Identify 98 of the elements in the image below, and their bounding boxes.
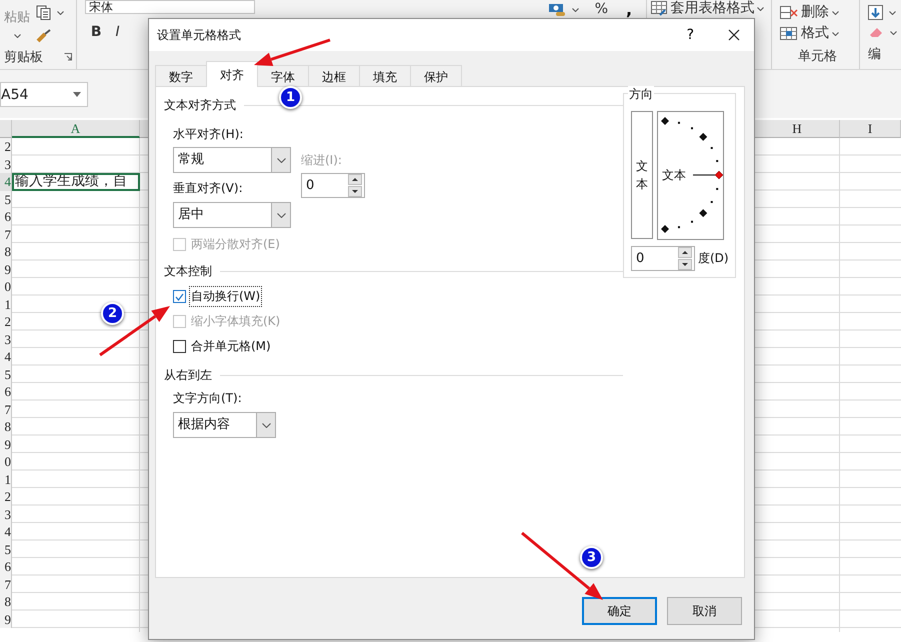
chevron-down-icon[interactable] [57, 10, 64, 14]
orientation-dial[interactable]: 文本 [657, 111, 724, 240]
tab[interactable]: 保护 [410, 65, 462, 87]
checkbox-label[interactable]: 自动换行(W) [189, 286, 262, 307]
row-number: 2 [0, 138, 12, 156]
help-button[interactable]: ? [686, 27, 694, 43]
chevron-down-icon[interactable] [572, 8, 579, 12]
dial-text: 文本 [662, 168, 686, 182]
column-header[interactable]: H [755, 120, 840, 138]
row-number: 2 [0, 313, 12, 330]
row-number: 0 [0, 453, 12, 470]
column-header[interactable]: I [840, 120, 901, 138]
delete-button[interactable]: 删除 [801, 5, 830, 20]
section-heading: 文本对齐方式 [164, 97, 236, 114]
row-number: 4 [0, 173, 12, 190]
format-as-table-button[interactable]: 套用表格格式 [670, 1, 754, 16]
row-number: 6 [0, 558, 12, 576]
chevron-down-icon [276, 212, 286, 218]
ok-button[interactable]: 确定 [582, 597, 657, 625]
spin-up-icon[interactable] [678, 247, 692, 258]
table-grid-icon[interactable] [651, 1, 668, 16]
field-label: 度(D) [698, 250, 729, 267]
row-number: 1 [0, 296, 12, 313]
annotation-arrow [99, 306, 170, 356]
row-number: 8 [0, 593, 12, 610]
fill-down-icon[interactable] [868, 5, 883, 20]
comma-button[interactable]: , [626, 4, 632, 16]
row-number: 9 [0, 436, 12, 453]
row-number: 3 [0, 330, 12, 348]
vertical-text-button[interactable]: 文本 [631, 111, 653, 239]
close-icon[interactable] [728, 29, 740, 41]
row-number: 3 [0, 506, 12, 523]
row-number: 7 [0, 226, 12, 243]
dropdown-caret-icon[interactable] [73, 92, 81, 97]
format-cells-icon[interactable] [780, 26, 798, 40]
dialog-launcher-icon[interactable] [64, 53, 72, 61]
row-number: 1 [0, 470, 12, 488]
row-number: 5 [0, 540, 12, 558]
section-heading: 从右到左 [164, 367, 212, 384]
paintbrush-icon[interactable] [36, 29, 52, 43]
spin-down-icon[interactable] [678, 259, 692, 270]
row-number: 2 [0, 488, 12, 506]
dropdown[interactable]: 根据内容 [173, 412, 276, 438]
row-number: 9 [0, 610, 12, 628]
group-label: 编 [868, 46, 882, 63]
tab[interactable]: 数字 [155, 65, 207, 87]
orientation-pointer[interactable] [692, 170, 723, 180]
row-number: 7 [0, 576, 12, 593]
row-number: 5 [0, 190, 12, 208]
chevron-down-icon[interactable] [890, 30, 897, 34]
row-number: 6 [0, 383, 12, 400]
currency-icon[interactable] [548, 2, 566, 16]
chevron-down-icon [262, 422, 270, 428]
spin-up-icon[interactable] [348, 174, 362, 185]
percent-button[interactable]: % [594, 2, 608, 17]
section-heading: 文本控制 [164, 263, 212, 280]
delete-cells-icon[interactable] [780, 6, 798, 20]
checkbox[interactable] [173, 290, 186, 303]
bold-button[interactable]: B [90, 25, 102, 40]
row-number: 7 [0, 400, 12, 418]
step-badge: 2 [101, 302, 124, 325]
format-button[interactable]: 格式 [801, 26, 830, 41]
field-label: 水平对齐(H): [173, 126, 244, 143]
spin-field[interactable]: 0 [631, 246, 695, 271]
row-number: 4 [0, 523, 12, 540]
chevron-down-icon [276, 158, 286, 162]
row-number: 9 [0, 260, 12, 278]
group-label: 单元格 [797, 48, 838, 65]
spin-down-icon[interactable] [348, 186, 362, 197]
checkmark-icon [175, 292, 184, 300]
font-name-field[interactable]: 宋体 [84, 0, 255, 14]
field-label: 垂直对齐(V): [173, 180, 244, 197]
row-number: 0 [0, 278, 12, 296]
chevron-down-icon[interactable] [757, 6, 764, 10]
dropdown[interactable]: 常规 [173, 147, 291, 173]
field-label: 缩进(I): [301, 152, 343, 169]
checkbox-label[interactable]: 合并单元格(M) [189, 336, 273, 357]
cancel-button[interactable]: 取消 [667, 597, 742, 625]
tab[interactable]: 对齐 [206, 61, 258, 87]
row-number: 3 [0, 156, 12, 173]
column-header[interactable]: A [12, 120, 140, 138]
dialog-title: 设置单元格格式 [157, 26, 242, 44]
group-label: 剪贴板 [4, 49, 43, 66]
chevron-down-icon[interactable] [14, 34, 20, 38]
row-number: 5 [0, 366, 12, 383]
name-box[interactable]: A54 [0, 82, 88, 107]
row-number: 8 [0, 243, 12, 260]
checkbox[interactable] [173, 340, 186, 353]
field-label: 文字方向(T): [173, 390, 243, 407]
italic-button[interactable]: I [116, 25, 120, 40]
row-number: 8 [0, 418, 12, 436]
copy-icon[interactable] [36, 5, 51, 20]
row-number: 6 [0, 208, 12, 226]
dropdown[interactable]: 居中 [173, 202, 291, 228]
chevron-down-icon[interactable] [832, 32, 840, 36]
chevron-down-icon[interactable] [889, 10, 896, 14]
row-number: 4 [0, 348, 12, 366]
chevron-down-icon[interactable] [832, 10, 840, 14]
